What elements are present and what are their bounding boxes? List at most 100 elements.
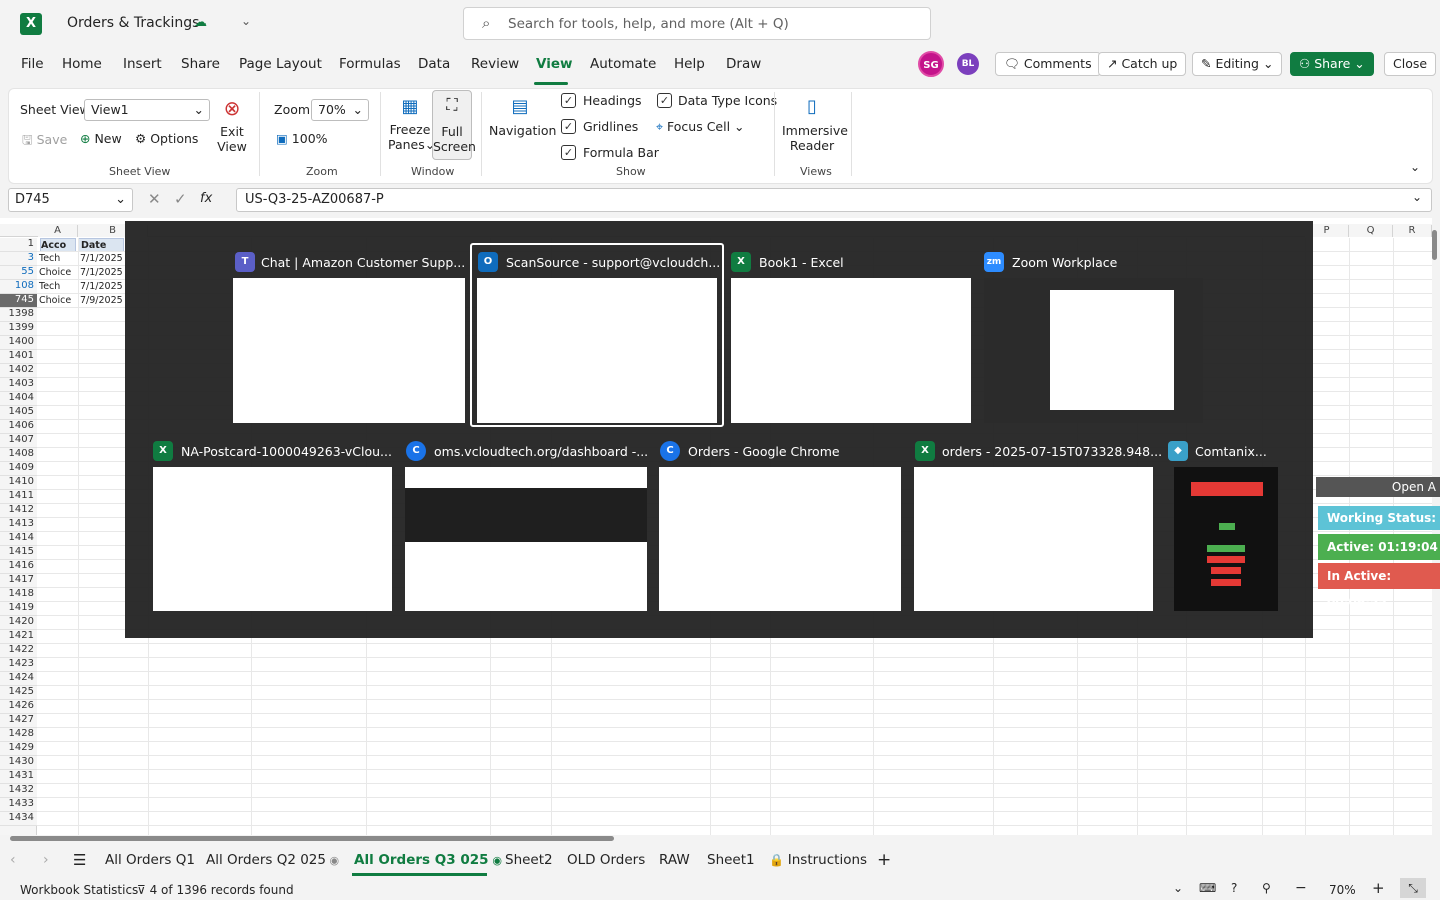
row-header[interactable]: 1413 — [0, 518, 37, 532]
sheet-tab[interactable]: RAW — [659, 852, 690, 868]
window-title[interactable]: Orders - Google Chrome — [688, 444, 840, 459]
menu-insert[interactable]: Insert — [123, 56, 162, 72]
cell[interactable]: 7/1/2025 — [80, 266, 123, 280]
menu-review[interactable]: Review — [471, 56, 519, 72]
expand-formula-icon[interactable]: ⌄ — [1412, 190, 1422, 204]
row-header[interactable]: 1425 — [0, 686, 37, 700]
cell[interactable]: Choice — [39, 294, 71, 308]
row-header[interactable]: 1400 — [0, 336, 37, 350]
cancel-icon[interactable]: ✕ — [148, 190, 161, 208]
window-thumbnail[interactable] — [477, 278, 717, 423]
editing-mode-button[interactable]: ✎ Editing ⌄ — [1192, 52, 1283, 76]
zoom-dropdown[interactable]: 70% ⌄ — [311, 99, 369, 121]
cell[interactable]: 7/1/2025 — [80, 280, 123, 294]
row-header[interactable]: 1424 — [0, 672, 37, 686]
row-header[interactable]: 1428 — [0, 728, 37, 742]
row-header[interactable]: 1432 — [0, 784, 37, 798]
row-header[interactable]: 1411 — [0, 490, 37, 504]
widget-open-header[interactable]: Open A — [1316, 477, 1440, 497]
row-header[interactable]: 1417 — [0, 574, 37, 588]
row-header[interactable]: 1407 — [0, 434, 37, 448]
vertical-scroll-thumb[interactable] — [1432, 230, 1437, 260]
row-header[interactable]: 1414 — [0, 532, 37, 546]
row-header[interactable]: 1401 — [0, 350, 37, 364]
formula-input[interactable]: US-Q3-25-AZ00687-P — [236, 188, 1432, 212]
catch-up-button[interactable]: ↗ Catch up — [1098, 52, 1187, 76]
scroll-tabs-right-icon[interactable]: › — [43, 852, 49, 868]
workbook-statistics[interactable]: Workbook Statistics — [20, 883, 138, 897]
zoom-100-button[interactable]: ▣ 100% — [276, 131, 328, 146]
window-title[interactable]: Zoom Workplace — [1012, 255, 1117, 270]
sheet-tab[interactable]: All Orders Q1 — [105, 852, 195, 868]
horizontal-scroll-thumb[interactable] — [10, 836, 614, 841]
zoom-level[interactable]: 70% — [1329, 883, 1356, 897]
navigation-button[interactable]: ▤ Navigation — [489, 96, 556, 138]
insert-function-icon[interactable]: fx — [200, 191, 212, 206]
row-header[interactable]: 1405 — [0, 406, 37, 420]
sheet-tab[interactable]: Sheet1 — [707, 852, 755, 868]
avatar[interactable]: SG — [918, 51, 944, 77]
row-header[interactable]: 1427 — [0, 714, 37, 728]
row-header[interactable]: 1399 — [0, 322, 37, 336]
row-header[interactable]: 1410 — [0, 476, 37, 490]
gridlines-checkbox[interactable]: ✓ — [561, 119, 576, 134]
menu-home[interactable]: Home — [62, 56, 102, 72]
search-box[interactable]: ⌕ Search for tools, help, and more (Alt … — [463, 7, 931, 40]
row-header[interactable]: 1 — [0, 238, 37, 252]
row-header[interactable]: 1421 — [0, 630, 37, 644]
cell[interactable]: Tech — [39, 280, 60, 294]
row-header[interactable]: 745 — [0, 294, 37, 308]
full-screen-button[interactable]: ⛶ Full Screen — [432, 90, 476, 160]
menu-view[interactable]: View — [536, 56, 572, 72]
close-button[interactable]: Close — [1384, 52, 1437, 76]
column-header[interactable]: Q — [1349, 225, 1393, 237]
row-header[interactable]: 1398 — [0, 308, 37, 322]
window-title[interactable]: oms.vcloudtech.org/dashboard -... — [434, 444, 648, 459]
excel-icon[interactable]: X — [20, 13, 42, 35]
window-title[interactable]: NA-Postcard-1000049263-vClou... — [181, 444, 392, 459]
sheet-tab[interactable]: OLD Orders — [567, 852, 645, 868]
sheet-view-dropdown[interactable]: View1 ⌄ — [84, 99, 210, 121]
zoom-out-icon[interactable]: − — [1295, 880, 1307, 896]
window-title[interactable]: Chat | Amazon Customer Supp... — [261, 255, 465, 270]
row-header[interactable]: 1430 — [0, 756, 37, 770]
window-title[interactable]: Book1 - Excel — [759, 255, 844, 270]
row-header[interactable]: 1406 — [0, 420, 37, 434]
row-header[interactable]: 1422 — [0, 644, 37, 658]
all-sheets-menu-icon[interactable]: ☰ — [73, 851, 86, 869]
sheet-tab[interactable]: 🔒 Instructions — [769, 852, 867, 868]
menu-data[interactable]: Data — [418, 56, 450, 72]
window-thumbnail[interactable] — [731, 278, 971, 423]
window-thumbnail[interactable] — [659, 467, 901, 611]
cell[interactable]: Tech — [39, 252, 60, 266]
cell[interactable]: 7/1/2025 — [80, 252, 123, 266]
row-header[interactable]: 1426 — [0, 700, 37, 714]
document-title[interactable]: Orders & Trackings — [67, 15, 199, 31]
row-header[interactable]: 3 — [0, 252, 37, 266]
row-header[interactable]: 1412 — [0, 504, 37, 518]
cell[interactable]: Choice — [39, 266, 71, 280]
row-header[interactable]: 1419 — [0, 602, 37, 616]
exit-view-button[interactable]: ⊗ Exit View — [217, 96, 247, 154]
new-view-button[interactable]: ⊕ New — [80, 131, 122, 146]
enter-icon[interactable]: ✓ — [174, 190, 187, 208]
sheet-tab[interactable]: All Orders Q2 025 ◉ — [206, 852, 339, 868]
row-header[interactable]: 55 — [0, 266, 37, 280]
scroll-tabs-left-icon[interactable]: ‹ — [10, 852, 16, 868]
row-header[interactable]: 1423 — [0, 658, 37, 672]
row-header[interactable]: 1433 — [0, 798, 37, 812]
avatar[interactable]: BL — [957, 53, 979, 75]
data-type-icons-checkbox[interactable]: ✓ — [657, 93, 672, 108]
window-thumbnail[interactable] — [914, 467, 1153, 611]
window-title[interactable]: orders - 2025-07-15T073328.948... — [942, 444, 1162, 459]
menu-file[interactable]: File — [21, 56, 44, 72]
chevron-down-icon[interactable]: ⌄ — [241, 14, 251, 28]
row-header[interactable]: 1403 — [0, 378, 37, 392]
column-header[interactable]: R — [1393, 225, 1432, 237]
row-header[interactable]: 1434 — [0, 812, 37, 826]
zoom-in-icon[interactable]: + — [1372, 879, 1385, 897]
sheet-tab[interactable]: Sheet2 — [505, 852, 553, 868]
column-header[interactable]: A — [38, 225, 78, 237]
window-thumbnail[interactable] — [233, 278, 465, 423]
header-cell[interactable]: Acco — [40, 238, 76, 252]
